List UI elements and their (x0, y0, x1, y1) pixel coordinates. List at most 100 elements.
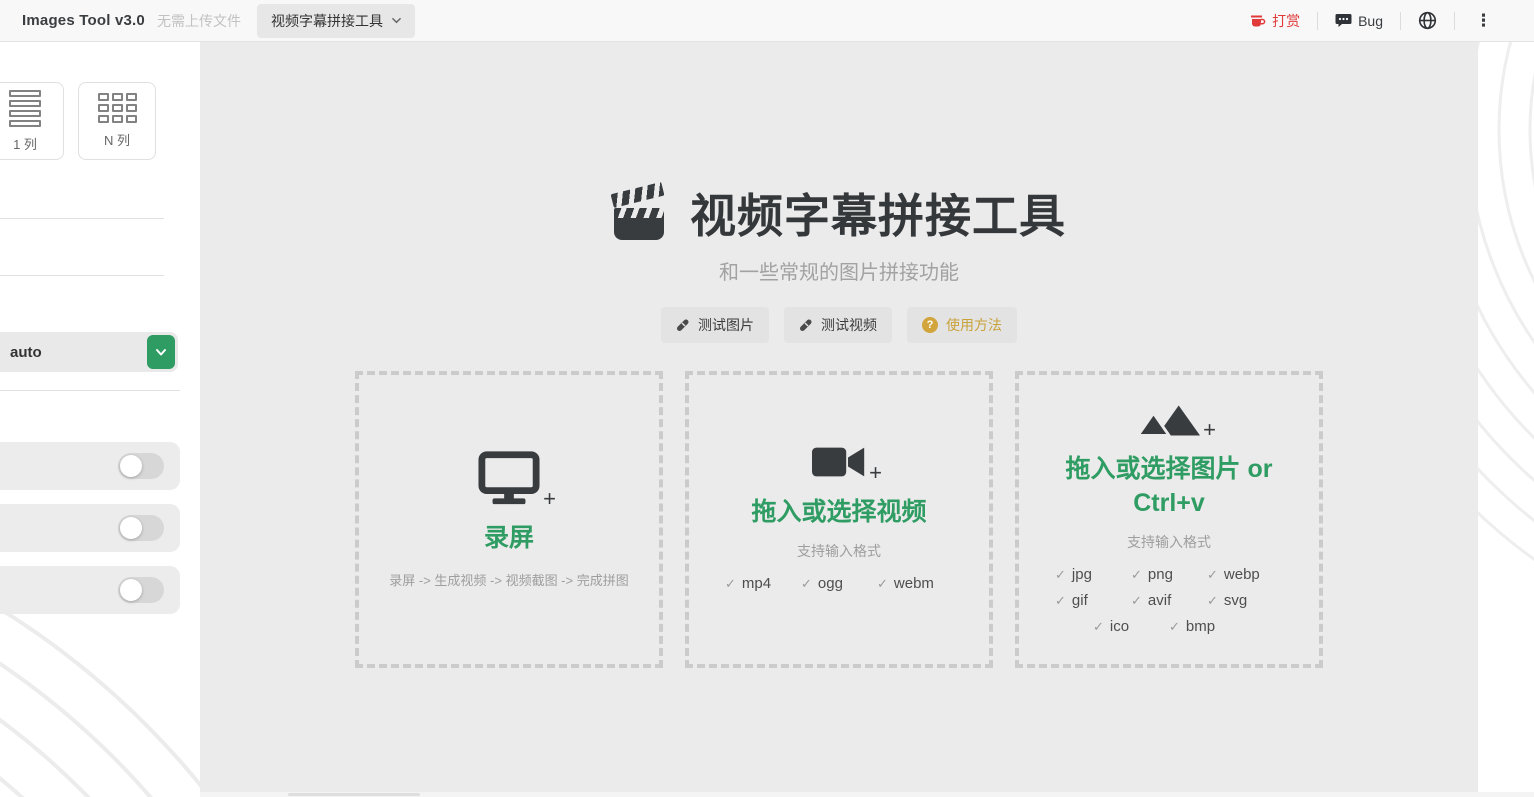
toggle-switch[interactable] (118, 577, 164, 603)
donate-button[interactable]: 打赏 (1233, 11, 1317, 31)
question-icon: ? (922, 317, 938, 333)
help-button[interactable]: ? 使用方法 (907, 307, 1017, 343)
hero-buttons: 测试图片 测试视频 ? 使用方法 (661, 307, 1017, 343)
select-value: auto (10, 343, 42, 361)
app-tagline: 无需上传文件 (156, 12, 241, 29)
chevron-down-icon (156, 349, 166, 356)
page-subtitle: 和一些常规的图片拼接功能 (719, 262, 959, 284)
format-item: ✓ webm (877, 573, 953, 595)
help-label: 使用方法 (946, 317, 1002, 333)
plus-icon: + (1203, 416, 1216, 442)
video-camera-icon: + (812, 444, 882, 483)
format-name: mp4 (741, 575, 772, 593)
check-icon: ✓ (1131, 567, 1142, 583)
format-item: ✓ webp (1207, 564, 1283, 586)
drop-zones: + 录屏 录屏 -> 生成视频 -> 视频截图 -> 完成拼图 + 拖入或选择视… (200, 371, 1478, 668)
coffee-cup-icon (1251, 15, 1266, 26)
topbar: Images Tool v3.0 无需上传文件 视频字幕拼接工具 打赏 Bug (0, 0, 1534, 42)
format-item: ✓ mp4 (725, 573, 801, 595)
format-item: ✓ gif (1055, 590, 1131, 612)
format-name: ico (1109, 618, 1130, 636)
chevron-down-icon (392, 17, 401, 24)
donate-label: 打赏 (1272, 12, 1301, 29)
check-icon: ✓ (1055, 593, 1066, 609)
layout-cards: 1 列 N 列 (0, 82, 156, 160)
format-item: ✓ bmp (1169, 616, 1245, 638)
format-name: png (1147, 566, 1173, 584)
check-icon: ✓ (877, 576, 888, 592)
speech-bubble-icon (1335, 14, 1352, 27)
layout-1col-label: 1 列 (13, 136, 37, 152)
dropzone-screen-record[interactable]: + 录屏 录屏 -> 生成视频 -> 视频截图 -> 完成拼图 (355, 371, 663, 668)
horizontal-scrollbar[interactable] (200, 792, 1534, 797)
tool-select-value: 视频字幕拼接工具 (270, 12, 383, 29)
zone-title: 录屏 (483, 524, 534, 553)
format-name: webm (893, 575, 934, 593)
kebab-menu-button[interactable]: ⋮ (1455, 12, 1512, 29)
test-video-button[interactable]: 测试视频 (784, 307, 892, 343)
check-icon: ✓ (801, 576, 812, 592)
sidebar: 1 列 N 列 auto (0, 42, 200, 742)
format-item: ✓ ogg (801, 573, 877, 595)
format-name: gif (1071, 592, 1088, 610)
globe-icon (1418, 11, 1437, 30)
grid-icon (97, 93, 137, 123)
sidebar-divider (0, 390, 180, 391)
zone-caption: 录屏 -> 生成视频 -> 视频截图 -> 完成拼图 (389, 572, 629, 588)
image-mountain-icon: + (1138, 401, 1216, 440)
formats-label: 支持输入格式 (1127, 534, 1211, 551)
sidebar-divider (0, 275, 164, 276)
clapperboard-icon (610, 181, 670, 242)
check-icon: ✓ (1207, 567, 1218, 583)
check-icon: ✓ (1169, 619, 1180, 635)
monitor-icon: + (478, 450, 556, 510)
toggle-switch[interactable] (118, 453, 164, 479)
check-icon: ✓ (725, 576, 736, 592)
check-icon: ✓ (1055, 567, 1066, 583)
format-list: ✓ jpg ✓ png ✓ webp ✓ gif ✓ avif ✓ svg ✓ ico ✓ bmp (1049, 564, 1289, 638)
format-item: ✓ svg (1207, 590, 1283, 612)
dropzone-video[interactable]: + 拖入或选择视频 支持输入格式 ✓ mp4 ✓ ogg ✓ webm (685, 371, 993, 668)
app-title: Images Tool v3.0 (22, 12, 145, 29)
main-panel: 视频字幕拼接工具 和一些常规的图片拼接功能 测试图片 测试视频 ? 使用方法 +… (200, 42, 1478, 792)
layout-ncol-button[interactable]: N 列 (78, 82, 156, 160)
layout-ncol-label: N 列 (103, 133, 130, 148)
format-item: ✓ png (1131, 564, 1207, 586)
rows-icon (9, 89, 41, 127)
test-image-label: 测试图片 (698, 317, 754, 333)
format-item: ✓ ico (1093, 616, 1169, 638)
language-button[interactable] (1401, 11, 1454, 30)
test-image-button[interactable]: 测试图片 (661, 307, 769, 343)
format-name: webp (1223, 566, 1260, 584)
format-name: jpg (1071, 566, 1092, 584)
select-expand-button[interactable] (147, 335, 175, 369)
tool-select-dropdown[interactable]: 视频字幕拼接工具 (256, 3, 415, 38)
toggle-knob (120, 579, 142, 601)
plus-icon: + (543, 486, 556, 512)
layout-1col-button[interactable]: 1 列 (0, 82, 64, 160)
page-title: 视频字幕拼接工具 (690, 190, 1066, 242)
formats-label: 支持输入格式 (797, 543, 881, 560)
zone-title: 拖入或选择图片 or Ctrl+v (1065, 454, 1273, 517)
scrollbar-thumb[interactable] (288, 793, 420, 796)
test-tube-icon (800, 319, 812, 331)
toggle-switch[interactable] (118, 515, 164, 541)
zone-title: 拖入或选择视频 (751, 497, 927, 526)
format-list: ✓ mp4 ✓ ogg ✓ webm (725, 573, 953, 595)
toggle-knob (120, 455, 142, 477)
check-icon: ✓ (1093, 619, 1104, 635)
format-name: bmp (1185, 618, 1216, 636)
topbar-actions: 打赏 Bug ⋮ (1233, 11, 1512, 31)
check-icon: ✓ (1207, 593, 1218, 609)
title-row: 视频字幕拼接工具 (610, 180, 1066, 246)
format-name: avif (1147, 592, 1172, 610)
sidebar-divider (0, 218, 164, 219)
column-mode-select[interactable]: auto (0, 332, 178, 372)
toggle-row (0, 566, 180, 614)
test-video-label: 测试视频 (821, 317, 877, 333)
hero: 视频字幕拼接工具 和一些常规的图片拼接功能 测试图片 测试视频 ? 使用方法 (200, 42, 1478, 343)
bug-report-button[interactable]: Bug (1318, 13, 1400, 29)
format-name: svg (1223, 592, 1248, 610)
toggle-row (0, 504, 180, 552)
dropzone-image[interactable]: + 拖入或选择图片 or Ctrl+v 支持输入格式 ✓ jpg ✓ png ✓ webp… (1015, 371, 1323, 668)
